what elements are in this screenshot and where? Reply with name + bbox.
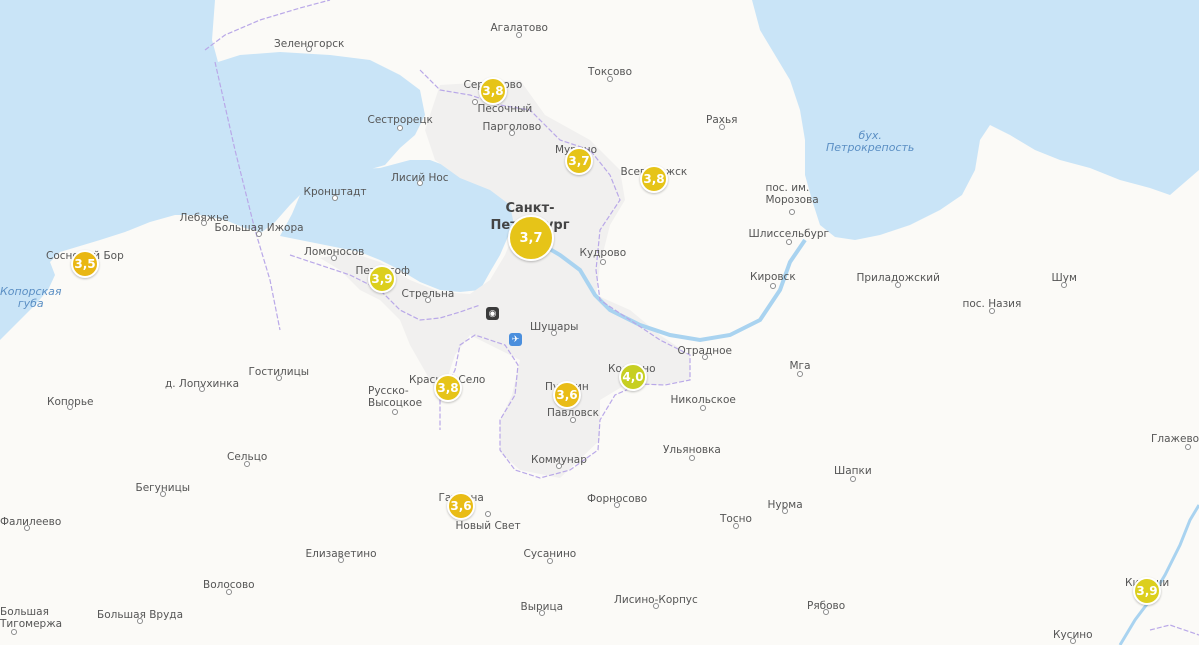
rating-marker[interactable]: 3,8 — [434, 374, 462, 402]
city-dot — [719, 124, 725, 130]
city-dot — [570, 417, 576, 423]
city-dot — [653, 603, 659, 609]
city-dot — [539, 610, 545, 616]
city-dot — [733, 523, 739, 529]
city-dot — [256, 231, 262, 237]
city-dot — [556, 463, 562, 469]
city-label: Фалилеево — [0, 516, 62, 528]
rating-marker[interactable]: 3,7 — [565, 147, 593, 175]
city-dot — [850, 476, 856, 482]
city-dot — [600, 259, 606, 265]
city-dot — [226, 589, 232, 595]
city-dot — [331, 255, 337, 261]
city-dot — [989, 308, 995, 314]
water-label: Копорская губа — [0, 285, 62, 310]
city-dot — [425, 297, 431, 303]
city-dot — [397, 125, 403, 131]
city-dot — [516, 32, 522, 38]
city-dot — [789, 209, 795, 215]
city-label: Новый Свет — [455, 520, 521, 532]
city-dot — [823, 609, 829, 615]
city-label: Кудрово — [579, 247, 627, 259]
city-dot — [67, 404, 73, 410]
city-dot — [306, 46, 312, 52]
city-dot — [551, 330, 557, 336]
city-dot — [11, 629, 17, 635]
rating-marker[interactable]: 3,7 — [508, 215, 554, 261]
city-dot — [607, 76, 613, 82]
city-dot — [786, 239, 792, 245]
city-dot — [702, 354, 708, 360]
city-dot — [485, 511, 491, 517]
city-dot — [417, 180, 423, 186]
camera-icon[interactable]: ◉ — [486, 307, 499, 320]
city-dot — [614, 502, 620, 508]
city-dot — [1070, 638, 1076, 644]
city-label: Кировск — [750, 271, 796, 283]
rating-marker[interactable]: 3,9 — [1133, 577, 1161, 605]
lake-ladoga — [752, 0, 1199, 240]
city-label: пос. им. Морозова — [765, 182, 819, 206]
water-label: бух. Петрокрепость — [826, 129, 915, 154]
rating-marker[interactable]: 4,0 — [619, 363, 647, 391]
city-dot — [689, 455, 695, 461]
airplane-icon[interactable]: ✈ — [509, 333, 522, 346]
city-dot — [244, 461, 250, 467]
city-dot — [137, 618, 143, 624]
city-label: Русско- Высоцкое — [368, 385, 423, 409]
city-dot — [547, 558, 553, 564]
city-dot — [472, 99, 478, 105]
rating-marker[interactable]: 3,8 — [640, 165, 668, 193]
volkhov-river — [1118, 504, 1199, 645]
city-label: Большая Тигомержа — [0, 606, 63, 630]
city-dot — [199, 386, 205, 392]
city-label: Песочный — [477, 103, 533, 115]
city-label: Глажево — [1151, 433, 1199, 445]
city-dot — [770, 283, 776, 289]
rating-marker[interactable]: 3,6 — [553, 381, 581, 409]
city-dot — [782, 508, 788, 514]
city-dot — [700, 405, 706, 411]
rating-marker[interactable]: 3,9 — [368, 265, 396, 293]
rating-marker[interactable]: 3,8 — [479, 77, 507, 105]
city-dot — [1061, 282, 1067, 288]
city-dot — [509, 130, 515, 136]
city-dot — [276, 375, 282, 381]
city-dot — [24, 525, 30, 531]
city-dot — [201, 220, 207, 226]
map-base-layer — [0, 0, 1199, 645]
city-dot — [895, 282, 901, 288]
city-dot — [160, 491, 166, 497]
rating-marker[interactable]: 3,6 — [447, 492, 475, 520]
city-dot — [392, 409, 398, 415]
map-view[interactable]: АгалатовоЗеленогорскСертоловоТоксовоПесо… — [0, 0, 1199, 645]
rating-marker[interactable]: 3,5 — [71, 250, 99, 278]
city-dot — [338, 557, 344, 563]
city-dot — [1185, 444, 1191, 450]
city-dot — [797, 371, 803, 377]
city-dot — [332, 195, 338, 201]
